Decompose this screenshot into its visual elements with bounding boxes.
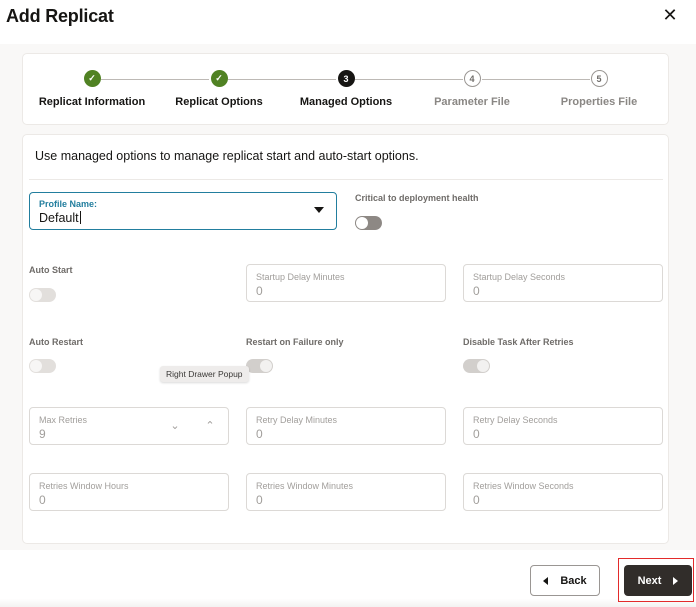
critical-health-label: Critical to deployment health: [355, 193, 479, 203]
retries-window-seconds-field[interactable]: Retries Window Seconds 0: [463, 473, 663, 511]
close-icon[interactable]: ✕: [662, 6, 678, 24]
field-value: 9: [39, 427, 46, 441]
back-button[interactable]: Back: [530, 565, 600, 596]
check-icon: ✓: [83, 70, 101, 87]
step-label: Properties File: [560, 96, 638, 108]
toggle-knob: [30, 360, 42, 372]
step-replicat-information[interactable]: ✓ Replicat Information: [27, 70, 157, 108]
toggle-knob: [477, 360, 489, 372]
field-value: 0: [39, 493, 46, 507]
max-retries-stepper[interactable]: Max Retries 9 ⌄ ⌃: [29, 407, 229, 445]
critical-health-toggle[interactable]: [355, 216, 382, 230]
toggle-knob: [30, 289, 42, 301]
caret-left-icon: [543, 576, 549, 585]
auto-restart-toggle[interactable]: [29, 359, 56, 373]
disable-task-label: Disable Task After Retries: [463, 337, 574, 347]
field-label: Retries Window Hours: [39, 481, 129, 491]
field-value: 0: [256, 493, 263, 507]
auto-restart-label: Auto Restart: [29, 337, 84, 347]
retry-delay-seconds-field[interactable]: Retry Delay Seconds 0: [463, 407, 663, 445]
step-parameter-file[interactable]: 4 Parameter File: [407, 70, 537, 108]
step-number: 5: [590, 70, 608, 87]
caret-right-icon: [673, 576, 679, 585]
next-button[interactable]: Next: [624, 565, 692, 596]
startup-delay-seconds-field[interactable]: Startup Delay Seconds 0: [463, 264, 663, 302]
field-label: Retries Window Minutes: [256, 481, 354, 491]
profile-name-label: Profile Name:: [39, 199, 98, 209]
step-label: Replicat Options: [175, 96, 263, 108]
dialog-footer: Back Next: [0, 550, 696, 607]
field-label: Retry Delay Seconds: [473, 415, 558, 425]
retry-delay-minutes-field[interactable]: Retry Delay Minutes 0: [246, 407, 446, 445]
step-train: ✓ Replicat Information ✓ Replicat Option…: [22, 53, 669, 125]
dialog-header: Add Replicat ✕: [0, 0, 696, 44]
field-value: 0: [256, 284, 263, 298]
field-label: Startup Delay Seconds: [473, 272, 566, 282]
step-properties-file[interactable]: 5 Properties File: [534, 70, 664, 108]
retries-window-hours-field[interactable]: Retries Window Hours 0: [29, 473, 229, 511]
field-value: 0: [473, 427, 480, 441]
field-value: 0: [473, 284, 480, 298]
retries-window-minutes-field[interactable]: Retries Window Minutes 0: [246, 473, 446, 511]
step-label: Replicat Information: [38, 96, 146, 108]
check-icon: ✓: [210, 70, 228, 87]
chevron-down-icon[interactable]: ⌄: [168, 419, 182, 433]
intro-text: Use managed options to manage replicat s…: [35, 149, 419, 163]
caret-down-icon: [314, 207, 324, 213]
field-value: 0: [256, 427, 263, 441]
step-managed-options[interactable]: 3 Managed Options: [281, 70, 411, 108]
profile-name-value: Default: [39, 211, 79, 225]
disable-task-toggle[interactable]: [463, 359, 490, 373]
restart-on-failure-label: Restart on Failure only: [246, 337, 344, 347]
back-label: Back: [560, 574, 587, 587]
step-number: 3: [337, 70, 355, 87]
step-number: 4: [463, 70, 481, 87]
step-replicat-options[interactable]: ✓ Replicat Options: [154, 70, 284, 108]
chevron-up-icon[interactable]: ⌃: [203, 419, 217, 433]
dialog-title: Add Replicat: [6, 6, 114, 26]
field-label: Startup Delay Minutes: [256, 272, 345, 282]
startup-delay-minutes-field[interactable]: Startup Delay Minutes 0: [246, 264, 446, 302]
profile-name-select[interactable]: Profile Name: Default: [29, 192, 337, 230]
managed-options-card: Use managed options to manage replicat s…: [22, 134, 669, 544]
divider: [29, 179, 663, 180]
tooltip: Right Drawer Popup: [160, 366, 249, 382]
field-label: Retry Delay Minutes: [256, 415, 338, 425]
step-label: Parameter File: [434, 96, 510, 108]
toggle-knob: [356, 217, 368, 229]
toggle-knob: [260, 360, 272, 372]
field-label: Retries Window Seconds: [473, 481, 574, 491]
field-label: Max Retries: [39, 415, 88, 425]
next-label: Next: [637, 574, 662, 587]
restart-on-failure-toggle[interactable]: [246, 359, 273, 373]
auto-start-label: Auto Start: [29, 265, 73, 275]
field-value: 0: [473, 493, 480, 507]
step-label: Managed Options: [299, 96, 393, 108]
auto-start-toggle[interactable]: [29, 288, 56, 302]
